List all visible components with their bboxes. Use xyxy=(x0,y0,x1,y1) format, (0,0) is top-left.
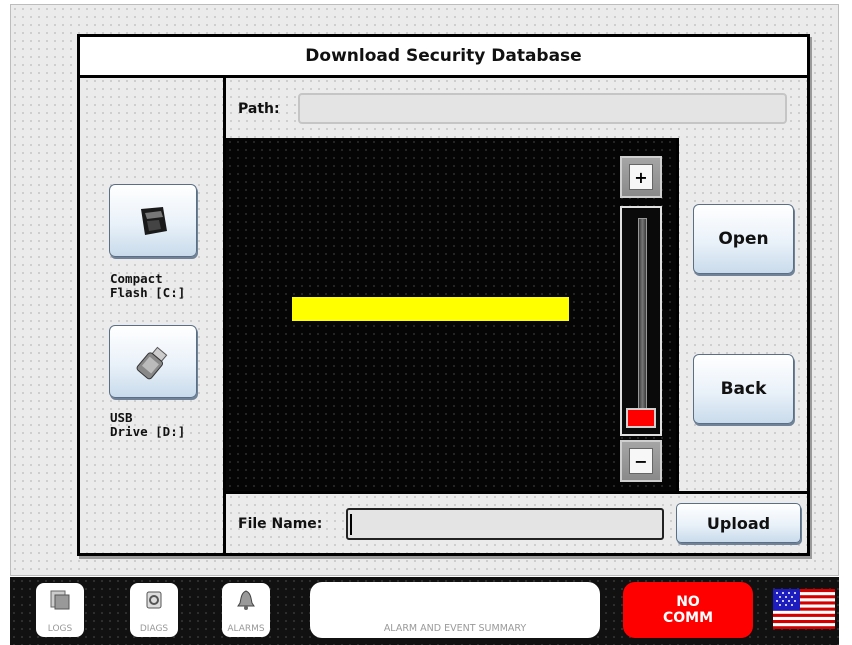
bell-icon xyxy=(237,590,255,610)
taskbar: LOGS DIAGS ALARMS ALARM AND EVENT SUMMAR… xyxy=(10,577,839,645)
drive-panel: Compact Flash [C:] USB Drive [D:] xyxy=(80,78,226,553)
progress-bar xyxy=(292,297,569,321)
compact-flash-label-line2: Flash [C:] xyxy=(110,285,186,300)
alarms-button[interactable]: ALARMS xyxy=(222,583,270,637)
file-name-field[interactable] xyxy=(346,508,664,540)
alarms-label: ALARMS xyxy=(227,624,265,634)
hmi-screen: Download Security Database Compact Flash… xyxy=(10,4,839,576)
alarm-event-summary[interactable]: ALARM AND EVENT SUMMARY xyxy=(310,582,600,638)
plus-icon: + xyxy=(629,164,653,190)
no-comm-line2: COMM xyxy=(662,610,714,626)
compact-flash-button[interactable] xyxy=(109,184,197,257)
path-label: Path: xyxy=(238,101,280,117)
diags-icon xyxy=(146,591,162,609)
logs-button[interactable]: LOGS xyxy=(36,583,84,637)
scroll-down-button[interactable]: − xyxy=(620,440,662,482)
download-dialog: Download Security Database Compact Flash… xyxy=(77,34,810,556)
compact-flash-icon xyxy=(141,206,167,235)
compact-flash-label-line1: Compact xyxy=(110,271,163,286)
no-comm-status: NO COMM xyxy=(623,582,753,638)
usb-drive-label-line2: Drive [D:] xyxy=(110,424,186,439)
slider-thumb[interactable] xyxy=(626,408,656,428)
usb-drive-icon xyxy=(136,346,168,379)
path-field[interactable] xyxy=(298,93,787,124)
us-flag-icon[interactable] xyxy=(773,589,835,629)
upload-button[interactable]: Upload xyxy=(676,503,801,543)
open-button[interactable]: Open xyxy=(693,204,794,274)
compact-flash-label: Compact Flash [C:] xyxy=(110,272,185,300)
back-button[interactable]: Back xyxy=(693,354,794,424)
usb-drive-label-line1: USB xyxy=(110,410,133,425)
logs-label: LOGS xyxy=(47,624,73,634)
action-panel: Open Back xyxy=(676,138,807,492)
slider-groove xyxy=(638,218,647,416)
diags-label: DIAGS xyxy=(139,624,169,634)
diags-button[interactable]: DIAGS xyxy=(130,583,178,637)
scroll-slider[interactable] xyxy=(620,206,662,436)
scroll-up-button[interactable]: + xyxy=(620,156,662,198)
usb-drive-label: USB Drive [D:] xyxy=(110,411,185,439)
minus-icon: − xyxy=(629,448,653,474)
logs-icon xyxy=(50,590,70,610)
dialog-title: Download Security Database xyxy=(80,37,807,78)
file-browser-area[interactable]: + − xyxy=(226,138,676,492)
no-comm-line1: NO xyxy=(676,594,700,610)
text-caret xyxy=(350,514,352,535)
usb-drive-button[interactable] xyxy=(109,325,197,398)
file-name-label: File Name: xyxy=(238,516,323,532)
